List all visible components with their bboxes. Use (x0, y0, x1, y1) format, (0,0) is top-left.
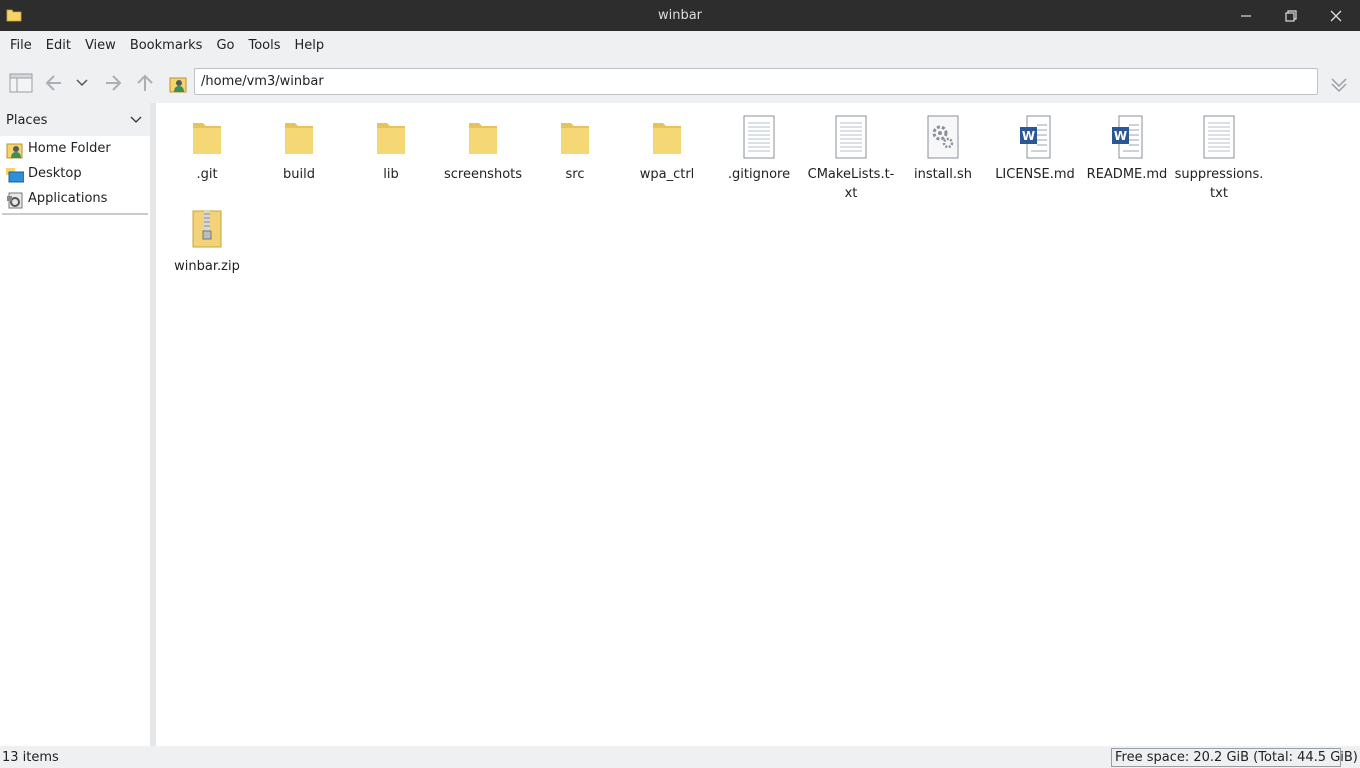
file-item-screenshots[interactable]: screenshots (437, 107, 529, 197)
applications-icon (6, 191, 24, 209)
status-bar: 13 items Free space: 20.2 GiB (Total: 44… (0, 746, 1360, 768)
folder-icon (469, 123, 497, 154)
menu-view[interactable]: View (78, 31, 123, 61)
file-item-build[interactable]: build (253, 107, 345, 197)
places-header[interactable]: Places (0, 103, 150, 136)
new-window-icon (9, 73, 33, 93)
menu-bar: File Edit View Bookmarks Go Tools Help (0, 31, 1360, 61)
file-item-gitignore[interactable]: .gitignore (713, 107, 805, 197)
word-document-icon: W (1020, 115, 1051, 159)
go-icon (1331, 78, 1347, 93)
back-icon (45, 75, 61, 91)
back-button[interactable] (42, 71, 66, 95)
history-dropdown-icon (76, 79, 88, 87)
script-file-icon (927, 115, 959, 159)
svg-text:W: W (1022, 129, 1035, 143)
zip-archive-icon (192, 210, 222, 248)
window-title: winbar (657, 8, 703, 23)
go-button[interactable] (1327, 71, 1351, 95)
file-item-winbar-zip[interactable]: winbar.zip (161, 199, 253, 289)
close-button[interactable] (1314, 0, 1358, 31)
forward-button[interactable] (101, 71, 125, 95)
menu-tools[interactable]: Tools (241, 31, 287, 61)
maximize-icon (1285, 9, 1297, 22)
forward-icon (106, 75, 122, 91)
file-item-install-sh[interactable]: install.sh (897, 107, 989, 197)
places-title: Places (6, 113, 48, 128)
file-item-src[interactable]: src (529, 107, 621, 197)
address-bar-input[interactable]: /home/vm3/winbar (194, 68, 1318, 95)
svg-text:W: W (1114, 129, 1127, 143)
folder-icon (561, 123, 589, 154)
file-name: build (283, 167, 315, 182)
text-file-icon (1203, 115, 1235, 159)
folder-icon (653, 123, 681, 154)
folder-icon (377, 123, 405, 154)
file-name: screenshots (443, 167, 523, 182)
chevron-down-icon[interactable] (129, 113, 143, 131)
text-file-icon (835, 115, 867, 159)
sidebar-item-label: Desktop (28, 166, 82, 181)
menu-edit[interactable]: Edit (39, 31, 78, 61)
item-count: 13 items (2, 750, 59, 765)
file-view: .git build lib screenshots src wpa_ctrl … (156, 103, 1360, 746)
sidebar-item-applications[interactable]: Applications (0, 187, 148, 211)
desktop-icon (6, 166, 25, 184)
file-item-git[interactable]: .git (161, 107, 253, 197)
file-item-lib[interactable]: lib (345, 107, 437, 197)
folder-icon (193, 123, 221, 154)
menu-file[interactable]: File (0, 31, 39, 61)
file-name: .gitignore (727, 167, 791, 182)
file-name: install.sh (913, 167, 973, 182)
file-name: winbar.zip (174, 259, 240, 274)
maximize-button[interactable] (1269, 0, 1313, 31)
file-item-readme-md[interactable]: W README.md (1081, 107, 1173, 197)
home-folder-icon (6, 141, 24, 159)
file-name: CMakeLists.t-xt (807, 167, 895, 201)
file-name: suppressions.txt (1174, 167, 1264, 201)
close-icon (1330, 10, 1342, 21)
toolbar: /home/vm3/winbar (0, 61, 1360, 103)
home-icon (169, 77, 187, 93)
up-button[interactable] (133, 71, 157, 95)
sidebar-item-desktop[interactable]: Desktop (0, 162, 148, 186)
minimize-icon (1241, 14, 1251, 17)
menu-bookmarks[interactable]: Bookmarks (123, 31, 210, 61)
file-name: wpa_ctrl (639, 167, 695, 182)
sidebar-item-label: Home Folder (28, 141, 111, 156)
text-file-icon (743, 115, 775, 159)
word-document-icon: W (1112, 115, 1143, 159)
file-item-cmakelists[interactable]: CMakeLists.t-xt (805, 107, 897, 201)
file-name: src (565, 167, 585, 182)
new-window-button[interactable] (9, 71, 33, 95)
history-dropdown-button[interactable] (71, 71, 93, 95)
minimize-button[interactable] (1224, 0, 1268, 31)
sidebar-divider (2, 213, 148, 215)
file-name: LICENSE.md (995, 167, 1075, 182)
file-item-wpa-ctrl[interactable]: wpa_ctrl (621, 107, 713, 197)
file-name: .git (196, 167, 218, 182)
menu-go[interactable]: Go (209, 31, 241, 61)
places-sidebar: Places Home Folder Desktop Applications (0, 103, 150, 746)
folder-icon (285, 123, 313, 154)
file-name: lib (383, 167, 399, 182)
file-item-license-md[interactable]: W LICENSE.md (989, 107, 1081, 197)
up-icon (137, 74, 153, 91)
free-space-indicator: Free space: 20.2 GiB (Total: 44.5 GiB) (1111, 748, 1358, 767)
file-item-suppressions-txt[interactable]: suppressions.txt (1173, 107, 1265, 201)
sidebar-item-label: Applications (28, 191, 108, 206)
title-bar: winbar (0, 0, 1360, 31)
menu-help[interactable]: Help (288, 31, 332, 61)
sidebar-item-home-folder[interactable]: Home Folder (0, 137, 148, 161)
home-button[interactable] (166, 71, 190, 95)
file-name: README.md (1086, 167, 1168, 182)
